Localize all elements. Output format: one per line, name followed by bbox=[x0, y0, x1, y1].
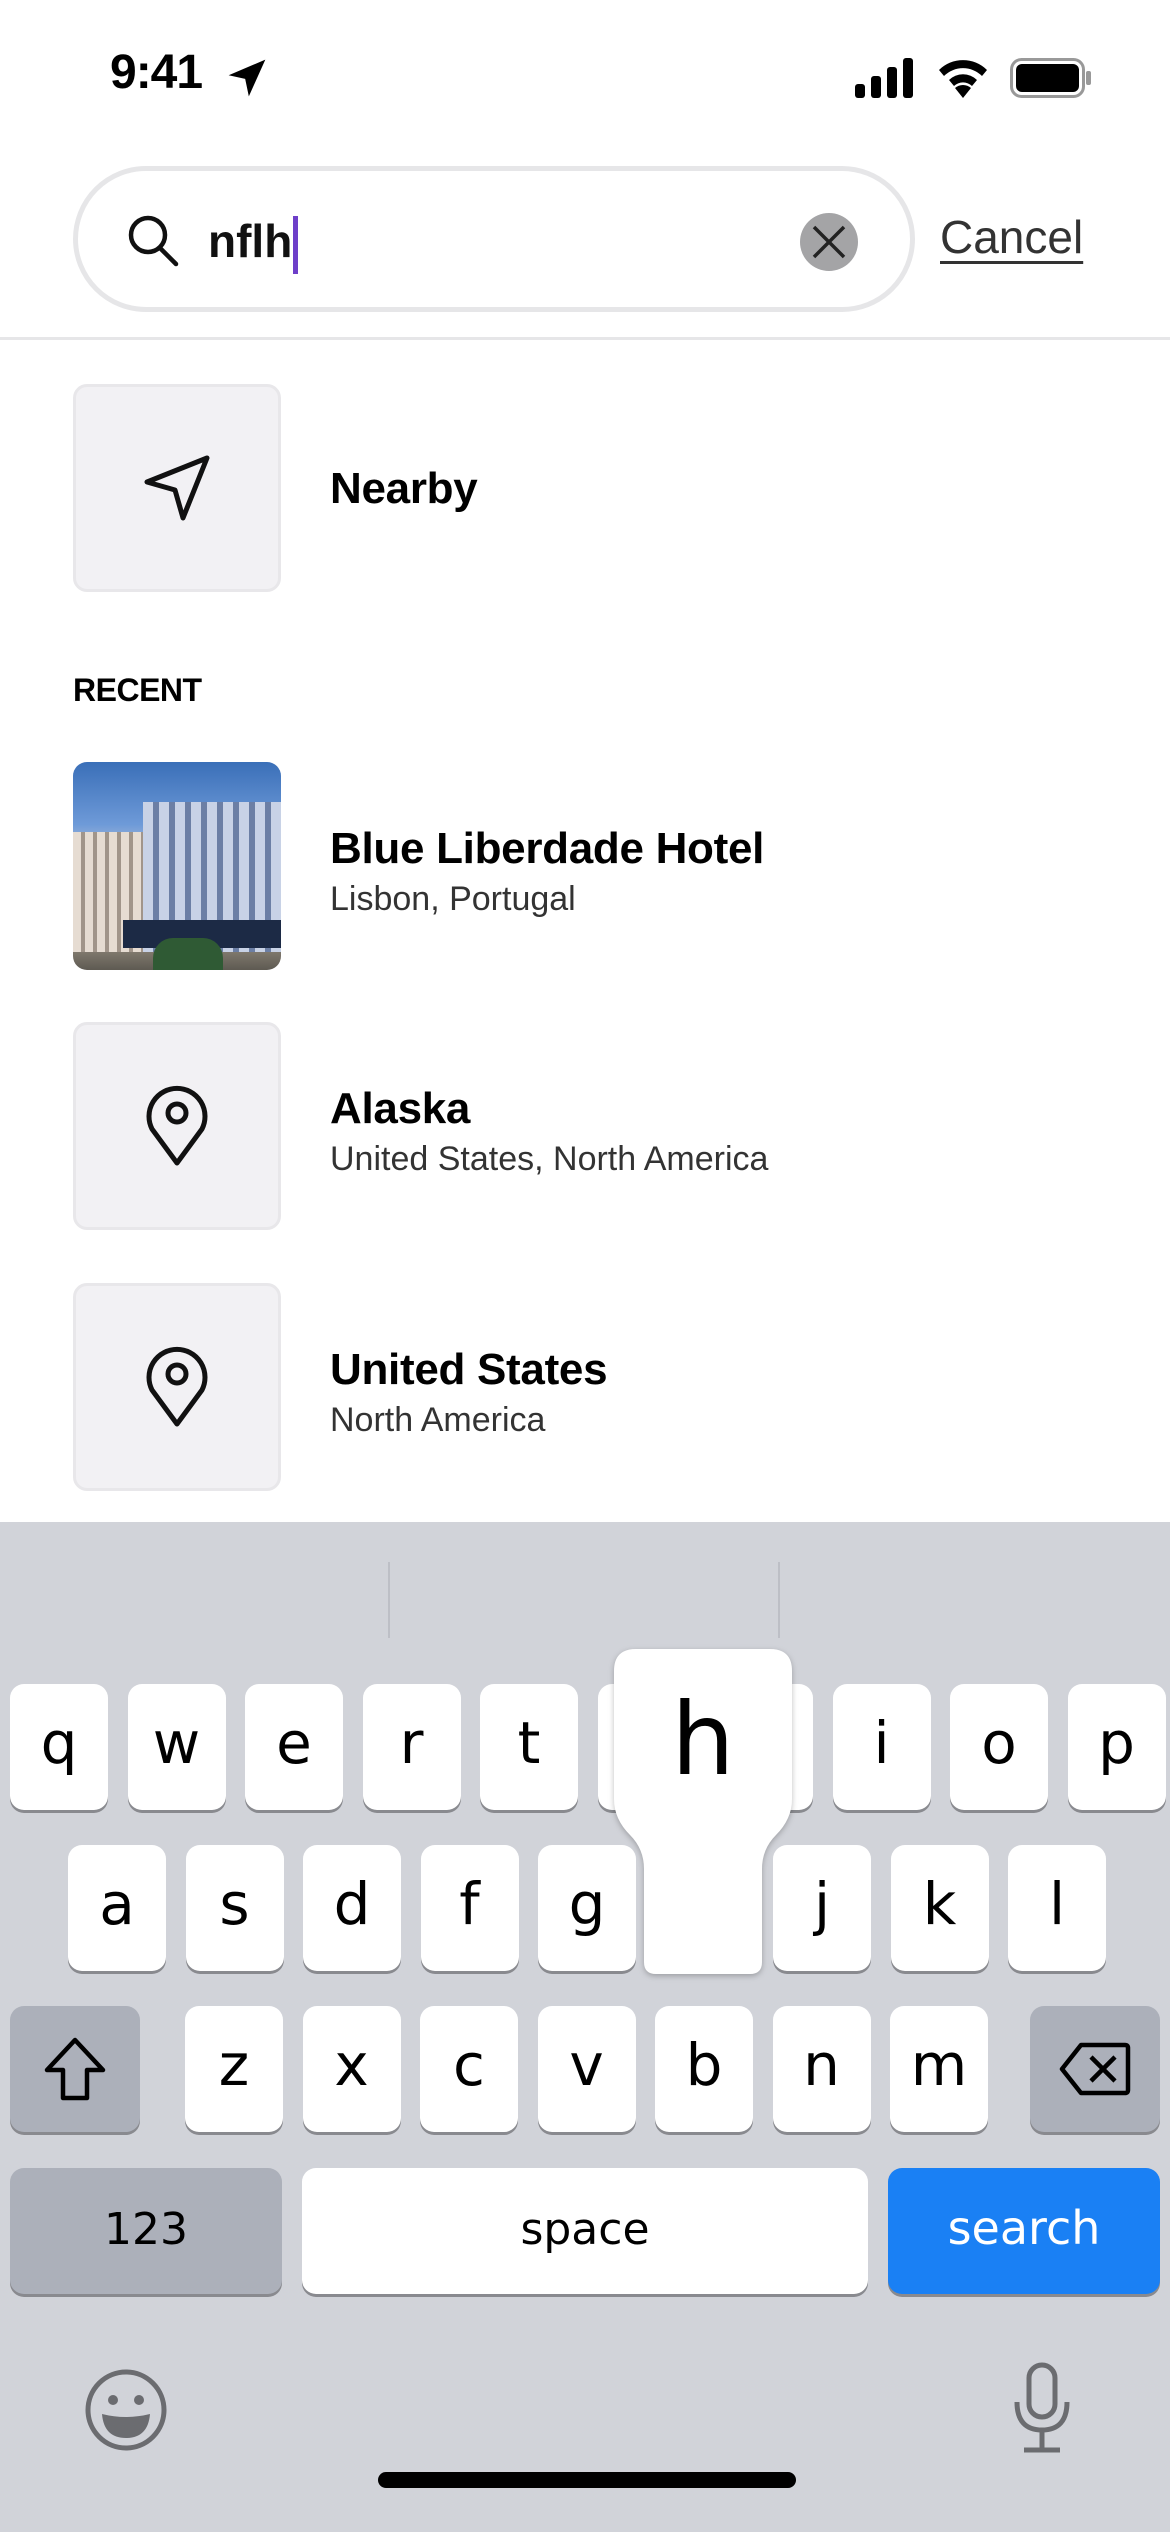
location-thumb bbox=[73, 1022, 281, 1230]
key-popup-letter: h bbox=[671, 1681, 735, 1798]
shift-icon bbox=[44, 2037, 106, 2101]
recent-section-label: RECENT bbox=[73, 672, 202, 708]
map-pin-icon bbox=[146, 1085, 208, 1166]
nearby-row[interactable]: Nearby bbox=[73, 384, 1103, 594]
key-f[interactable]: f bbox=[420, 1845, 519, 1971]
key-a[interactable]: a bbox=[68, 1845, 166, 1971]
key-c[interactable]: c bbox=[420, 2006, 518, 2132]
emoji-icon[interactable] bbox=[84, 2368, 168, 2452]
navigation-arrow-icon bbox=[144, 455, 210, 521]
search-header: nflh Cancel bbox=[0, 150, 1170, 340]
nearby-label: Nearby bbox=[330, 464, 478, 513]
key-r[interactable]: r bbox=[362, 1684, 461, 1810]
wifi-icon bbox=[939, 60, 987, 98]
key-q[interactable]: q bbox=[10, 1684, 108, 1810]
status-bar: 9:41 bbox=[0, 0, 1170, 150]
search-icon bbox=[128, 215, 179, 267]
battery-icon bbox=[1010, 58, 1091, 98]
home-indicator bbox=[378, 2472, 796, 2488]
space-key[interactable]: space bbox=[302, 2168, 868, 2294]
recent-item-title: United States bbox=[330, 1345, 608, 1394]
shift-key[interactable] bbox=[10, 2006, 140, 2132]
backspace-icon bbox=[1059, 2042, 1131, 2096]
numbers-key[interactable]: 123 bbox=[10, 2168, 282, 2294]
recent-item[interactable]: United States North America bbox=[73, 1283, 1103, 1493]
key-o[interactable]: o bbox=[950, 1684, 1048, 1810]
backspace-key[interactable] bbox=[1030, 2006, 1160, 2132]
key-z[interactable]: z bbox=[185, 2006, 283, 2132]
clear-x-icon bbox=[812, 225, 846, 259]
clear-search-button[interactable] bbox=[800, 213, 858, 271]
key-n[interactable]: n bbox=[772, 2006, 871, 2132]
key-b[interactable]: b bbox=[655, 2006, 753, 2132]
key-d[interactable]: d bbox=[303, 1845, 401, 1971]
search-value[interactable]: nflh bbox=[208, 211, 299, 274]
recent-item[interactable]: Alaska United States, North America bbox=[73, 1022, 1103, 1232]
microphone-icon[interactable] bbox=[1012, 2362, 1072, 2454]
recent-item[interactable]: Blue Liberdade Hotel Lisbon, Portugal bbox=[73, 762, 1103, 972]
cancel-button[interactable]: Cancel bbox=[940, 210, 1083, 264]
key-p[interactable]: p bbox=[1067, 1684, 1166, 1810]
key-v[interactable]: v bbox=[537, 2006, 636, 2132]
key-i[interactable]: i bbox=[832, 1684, 931, 1810]
suggestion-divider bbox=[388, 1562, 390, 1638]
location-thumb bbox=[73, 1283, 281, 1491]
key-k[interactable]: k bbox=[890, 1845, 989, 1971]
hotel-photo bbox=[73, 762, 281, 970]
text-caret bbox=[293, 215, 299, 274]
cellular-signal-icon bbox=[855, 58, 913, 98]
status-time: 9:41 bbox=[110, 46, 203, 99]
recent-item-subtitle: North America bbox=[330, 1401, 546, 1439]
recent-item-subtitle: United States, North America bbox=[330, 1140, 769, 1178]
key-l[interactable]: l bbox=[1008, 1845, 1106, 1971]
search-key[interactable]: search bbox=[888, 2168, 1160, 2294]
key-e[interactable]: e bbox=[245, 1684, 343, 1810]
location-arrow-icon bbox=[228, 59, 266, 97]
nearby-thumb bbox=[73, 384, 281, 592]
search-text: nflh bbox=[208, 215, 293, 267]
key-m[interactable]: m bbox=[890, 2006, 988, 2132]
suggestion-divider bbox=[778, 1562, 780, 1638]
recent-item-subtitle: Lisbon, Portugal bbox=[330, 880, 576, 918]
recent-item-title: Blue Liberdade Hotel bbox=[330, 824, 765, 873]
key-t[interactable]: t bbox=[480, 1684, 578, 1810]
map-pin-icon bbox=[146, 1346, 208, 1427]
recent-item-title: Alaska bbox=[330, 1084, 471, 1133]
key-x[interactable]: x bbox=[302, 2006, 401, 2132]
search-input[interactable]: nflh bbox=[73, 166, 915, 312]
key-w[interactable]: w bbox=[127, 1684, 226, 1810]
key-s[interactable]: s bbox=[185, 1845, 284, 1971]
